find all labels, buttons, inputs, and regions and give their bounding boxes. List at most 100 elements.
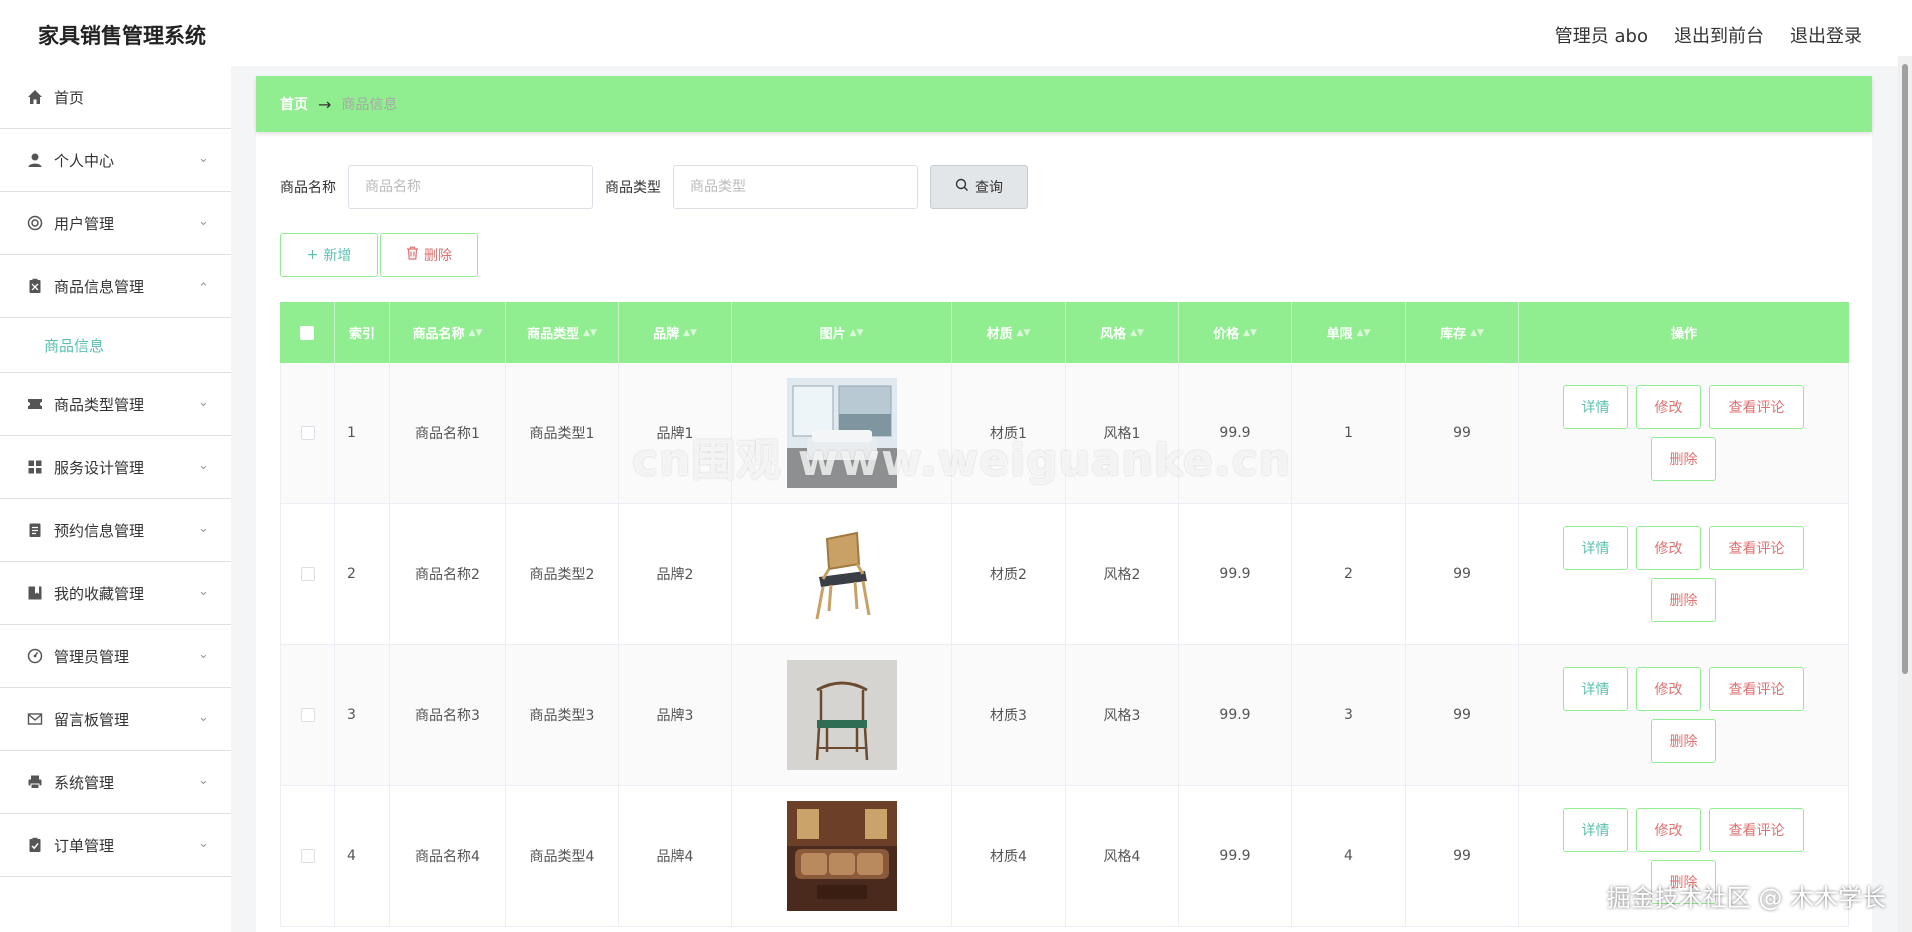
select-all-checkbox[interactable] bbox=[300, 325, 314, 340]
column-header-sortable[interactable]: 价格 ▲▼ bbox=[1179, 302, 1292, 363]
breadcrumb-home[interactable]: 首页 bbox=[280, 94, 308, 114]
sidebar-item-messages[interactable]: 留言板管理 ⌄ bbox=[0, 688, 231, 751]
detail-button[interactable]: 详情 bbox=[1563, 667, 1628, 711]
column-header-sortable[interactable]: 单限 ▲▼ bbox=[1292, 302, 1406, 363]
sidebar-item-service-design[interactable]: 服务设计管理 ⌄ bbox=[0, 436, 231, 499]
product-image[interactable] bbox=[786, 801, 897, 911]
row-checkbox[interactable] bbox=[300, 426, 315, 440]
top-bar: 家具销售管理系统 管理员 abo 退出到前台 退出登录 bbox=[0, 0, 1912, 66]
chevron-down-icon: ⌄ bbox=[198, 395, 209, 410]
chevron-down-icon: ⌄ bbox=[198, 647, 209, 662]
row-select-cell bbox=[280, 786, 335, 926]
sidebar-item-label: 留言板管理 bbox=[54, 710, 130, 729]
sidebar-item-users[interactable]: 用户管理 ⌄ bbox=[0, 192, 231, 255]
column-header-sortable[interactable]: 商品类型 ▲▼ bbox=[506, 302, 619, 363]
view-reviews-button[interactable]: 查看评论 bbox=[1709, 808, 1804, 852]
style-cell: 风格2 bbox=[1066, 504, 1179, 644]
column-header-sortable[interactable]: 品牌 ▲▼ bbox=[619, 302, 732, 363]
image-cell bbox=[732, 786, 952, 926]
sidebar-item-orders[interactable]: 订单管理 ⌄ bbox=[0, 814, 231, 877]
delete-button[interactable]: 删除 bbox=[1651, 860, 1716, 904]
chevron-down-icon: ⌄ bbox=[198, 710, 209, 725]
back-to-front-link[interactable]: 退出到前台 bbox=[1674, 22, 1764, 48]
column-header-label: 风格 bbox=[1100, 327, 1127, 342]
search-icon bbox=[955, 178, 969, 196]
bookmark-icon bbox=[26, 584, 44, 602]
table-row: 4 商品名称4 商品类型4 品牌4 材质4 风格4 99.9 4 99 详情 修… bbox=[280, 786, 1849, 927]
product-image[interactable] bbox=[786, 378, 897, 488]
detail-button[interactable]: 详情 bbox=[1563, 385, 1628, 429]
breadcrumb-arrow: → bbox=[318, 94, 332, 114]
toolbar: + 新增 删除 bbox=[280, 233, 478, 277]
chevron-down-icon: ⌄ bbox=[198, 584, 209, 599]
name-cell: 商品名称3 bbox=[390, 645, 506, 785]
brand-cell: 品牌1 bbox=[619, 363, 732, 503]
sidebar-item-product-info[interactable]: 商品信息管理 ⌃ bbox=[0, 255, 231, 318]
row-checkbox[interactable] bbox=[300, 567, 315, 581]
sort-icon: ▲▼ bbox=[468, 327, 483, 338]
edit-button[interactable]: 修改 bbox=[1636, 667, 1701, 711]
view-reviews-button[interactable]: 查看评论 bbox=[1709, 667, 1804, 711]
row-checkbox[interactable] bbox=[300, 849, 315, 863]
product-type-input[interactable] bbox=[673, 165, 918, 209]
type-cell: 商品类型3 bbox=[506, 645, 619, 785]
column-header-sortable[interactable]: 图片 ▲▼ bbox=[732, 302, 952, 363]
actions-cell: 详情 修改 查看评论 删除 bbox=[1519, 363, 1849, 503]
sidebar-item-home[interactable]: 首页 bbox=[0, 66, 231, 129]
grid-icon bbox=[26, 458, 44, 476]
column-header-sortable[interactable]: 材质 ▲▼ bbox=[952, 302, 1066, 363]
sidebar-item-product-type[interactable]: 商品类型管理 ⌄ bbox=[0, 373, 231, 436]
scrollbar-thumb[interactable] bbox=[1902, 64, 1908, 674]
sidebar-item-reservation[interactable]: 预约信息管理 ⌄ bbox=[0, 499, 231, 562]
view-reviews-button[interactable]: 查看评论 bbox=[1709, 526, 1804, 570]
limit-cell: 1 bbox=[1292, 363, 1406, 503]
product-name-input[interactable] bbox=[348, 165, 593, 209]
delete-button[interactable]: 删除 bbox=[1651, 719, 1716, 763]
mail-icon bbox=[26, 710, 44, 728]
sidebar-item-label: 用户管理 bbox=[54, 214, 115, 233]
detail-button[interactable]: 详情 bbox=[1563, 526, 1628, 570]
chevron-down-icon: ⌄ bbox=[198, 151, 209, 166]
sidebar-subitem-product-info[interactable]: 商品信息 bbox=[0, 318, 231, 373]
logout-link[interactable]: 退出登录 bbox=[1790, 22, 1862, 48]
column-header-label: 单限 bbox=[1326, 327, 1353, 342]
detail-button[interactable]: 详情 bbox=[1563, 808, 1628, 852]
trash-icon bbox=[406, 246, 419, 264]
sidebar-item-admins[interactable]: 管理员管理 ⌄ bbox=[0, 625, 231, 688]
sidebar-item-label: 首页 bbox=[54, 88, 85, 107]
limit-cell: 2 bbox=[1292, 504, 1406, 644]
column-header: 操作 bbox=[1519, 302, 1849, 363]
style-cell: 风格3 bbox=[1066, 645, 1179, 785]
table-row: 1 商品名称1 商品类型1 品牌1 材质1 风格1 99.9 1 99 详情 修… bbox=[280, 363, 1849, 504]
sidebar-item-personal[interactable]: 个人中心 ⌄ bbox=[0, 129, 231, 192]
column-header-sortable[interactable]: 风格 ▲▼ bbox=[1066, 302, 1179, 363]
edit-button[interactable]: 修改 bbox=[1636, 808, 1701, 852]
view-reviews-button[interactable]: 查看评论 bbox=[1709, 385, 1804, 429]
edit-button[interactable]: 修改 bbox=[1636, 385, 1701, 429]
admin-user-label[interactable]: 管理员 abo bbox=[1555, 22, 1648, 48]
batch-delete-button[interactable]: 删除 bbox=[380, 233, 478, 277]
delete-button[interactable]: 删除 bbox=[1651, 578, 1716, 622]
add-button[interactable]: + 新增 bbox=[280, 233, 378, 277]
chevron-down-icon: ⌄ bbox=[198, 521, 209, 536]
query-button[interactable]: 查询 bbox=[930, 165, 1028, 209]
stock-cell: 99 bbox=[1406, 363, 1519, 503]
sidebar-item-label: 个人中心 bbox=[54, 151, 115, 170]
column-header-sortable[interactable]: 库存 ▲▼ bbox=[1406, 302, 1519, 363]
price-cell: 99.9 bbox=[1179, 363, 1292, 503]
column-header-sortable[interactable]: 商品名称 ▲▼ bbox=[390, 302, 506, 363]
sidebar-item-favorites[interactable]: 我的收藏管理 ⌄ bbox=[0, 562, 231, 625]
material-cell: 材质2 bbox=[952, 504, 1066, 644]
row-checkbox[interactable] bbox=[300, 708, 315, 722]
sort-icon: ▲▼ bbox=[683, 327, 697, 338]
product-image[interactable] bbox=[786, 519, 897, 629]
header-actions: 管理员 abo 退出到前台 退出登录 bbox=[1555, 22, 1862, 48]
sidebar-item-system[interactable]: 系统管理 ⌄ bbox=[0, 751, 231, 814]
edit-button[interactable]: 修改 bbox=[1636, 526, 1701, 570]
search-form: 商品名称 商品类型 查询 bbox=[280, 165, 1028, 209]
app-title: 家具销售管理系统 bbox=[38, 24, 206, 48]
delete-button[interactable]: 删除 bbox=[1651, 437, 1716, 481]
page-scrollbar[interactable] bbox=[1898, 56, 1912, 932]
style-cell: 风格1 bbox=[1066, 363, 1179, 503]
product-image[interactable] bbox=[786, 660, 897, 770]
